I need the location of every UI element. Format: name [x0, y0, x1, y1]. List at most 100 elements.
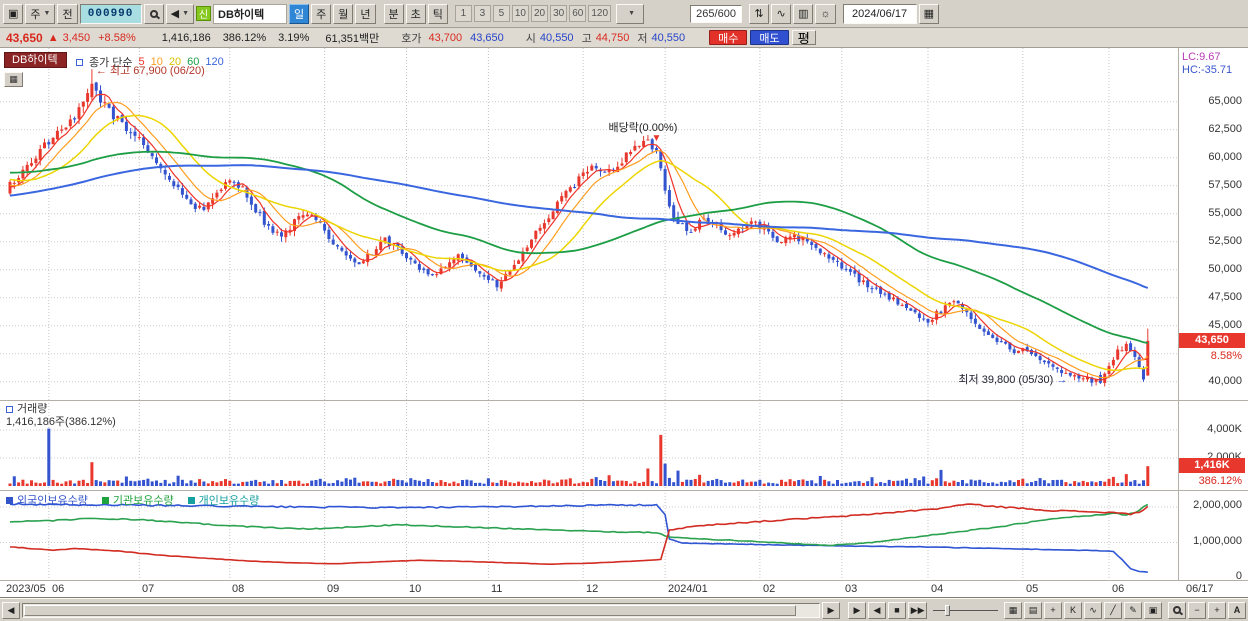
chevron-down-icon: ▼	[628, 10, 636, 17]
minute-10-button[interactable]: 10	[511, 5, 529, 22]
minute-30-button[interactable]: 30	[550, 5, 568, 22]
chart-window: ▣ 주 ▼ 전 000990 ◀ ▼ 신 DB하이텍 일 주 월 년 분 초 틱 1…	[0, 0, 1248, 621]
avg-button[interactable]: 평	[791, 30, 816, 46]
grid-tool-icon[interactable]: ▦	[1003, 601, 1022, 619]
ma10-label: 10	[150, 56, 163, 68]
wave-tool-icon[interactable]: ∿	[1083, 601, 1102, 619]
low-label: 저	[637, 32, 648, 45]
time-axis-label: 05	[1026, 583, 1039, 595]
settings-icon[interactable]: ☼	[815, 3, 836, 24]
pane-separator[interactable]	[0, 400, 1248, 401]
trendline-tool-icon[interactable]: ╱	[1103, 601, 1122, 619]
sell-button[interactable]: 매도	[750, 30, 789, 45]
scrollbar-thumb[interactable]	[24, 604, 797, 616]
hoga-label: 호가	[401, 32, 422, 45]
search-icon[interactable]	[143, 3, 164, 24]
bar-width-slider[interactable]	[933, 602, 998, 619]
jeon-button[interactable]: 전	[57, 3, 78, 24]
price-axis-label: 55,000	[1208, 206, 1242, 219]
jeon-label: 전	[62, 8, 73, 21]
draw-tool-icon[interactable]: ✎	[1123, 601, 1142, 619]
scroll-right-icon[interactable]: ▶	[821, 601, 840, 619]
volume-ratio-pct: 386.12%	[1198, 475, 1242, 488]
indicator-tool-icon[interactable]: ▤	[1023, 601, 1042, 619]
minute-120-button[interactable]: 120	[588, 5, 612, 22]
price-change: 3,450	[62, 31, 91, 44]
interval-combo[interactable]: ▼	[616, 3, 645, 24]
chart-menu-icon[interactable]: ▦	[4, 72, 23, 87]
updown-icon[interactable]: ⇅	[749, 3, 770, 24]
tab-daily[interactable]: 일	[289, 3, 310, 24]
slider-thumb[interactable]	[945, 604, 951, 616]
candle-count: 265/600	[690, 4, 743, 23]
time-axis-label: 04	[931, 583, 944, 595]
k-chart-tool-icon[interactable]: K	[1063, 601, 1082, 619]
stop-icon[interactable]: ■	[887, 601, 906, 619]
current-price-badge: 43,650	[1179, 332, 1245, 348]
quote-summary-row: 43,650 ▲ 3,450 +8.58% 1,416,186 386.12% …	[0, 28, 1248, 48]
time-axis: 06/17 2023/05 06 07 08 09 10 11 12 2024/01 02 03 04…	[0, 580, 1248, 598]
step-back-icon[interactable]: ◀	[867, 601, 886, 619]
crosshair-tool-icon[interactable]: +	[1043, 601, 1062, 619]
chart-line-icon[interactable]: ∿	[771, 3, 792, 24]
save-icon[interactable]: ▥	[793, 3, 814, 24]
high-label: 고	[581, 32, 592, 45]
time-axis-label: 07	[142, 583, 155, 595]
tab-tick[interactable]: 틱	[427, 3, 448, 24]
scroll-left-icon[interactable]: ◀	[2, 601, 20, 619]
change-percent: +8.58%	[98, 31, 136, 44]
tab-monthly[interactable]: 월	[333, 3, 354, 24]
tab-second[interactable]: 초	[405, 3, 426, 24]
volume-ratio: 386.12%	[222, 31, 267, 44]
minute-60-button[interactable]: 60	[569, 5, 587, 22]
individual-swatch	[187, 496, 195, 504]
ma-legend: 종가 단순 5 10 20 60 120	[76, 54, 224, 70]
font-size-icon[interactable]: A	[1227, 601, 1246, 619]
calendar-icon[interactable]: ▦	[918, 3, 939, 24]
tab-weekly[interactable]: 주	[311, 3, 332, 24]
window-icon[interactable]: ▣	[3, 3, 24, 24]
current-volume-badge: 1,416K	[1179, 458, 1245, 474]
wave-glyph: ∿	[776, 8, 786, 20]
open-label: 시	[525, 32, 536, 45]
play-icon[interactable]: ▶	[847, 601, 866, 619]
minute-1-button[interactable]: 1	[454, 5, 472, 22]
top-toolbar: ▣ 주 ▼ 전 000990 ◀ ▼ 신 DB하이텍 일 주 월 년 분 초 틱 1…	[0, 0, 1248, 28]
price-axis-label: 65,000	[1208, 94, 1242, 107]
period-combo[interactable]: 주 ▼	[25, 3, 56, 24]
zoom-in-icon[interactable]: +	[1207, 601, 1226, 619]
holdings-legend: 외국인보유수량 기관보유수량 개인보유수량	[6, 492, 259, 508]
volume-axis-label: 4,000K	[1207, 423, 1242, 435]
current-change-pct: 8.58%	[1210, 349, 1242, 362]
ma5-label: 5	[138, 56, 145, 68]
save-glyph: ▥	[798, 8, 809, 20]
zoom-out-icon[interactable]: −	[1187, 601, 1206, 619]
chart-scrollbar[interactable]	[22, 602, 820, 618]
stock-name: DB하이텍	[213, 3, 287, 24]
minute-3-button[interactable]: 3	[473, 5, 491, 22]
stock-tab[interactable]: DB하이텍	[4, 52, 67, 68]
prev-stock-combo[interactable]: ◀ ▼	[165, 3, 194, 24]
stock-code-input[interactable]: 000990	[79, 3, 142, 24]
time-axis-label: 06	[1112, 583, 1125, 595]
period-combo-value: 주	[30, 8, 41, 21]
buy-button[interactable]: 매수	[709, 30, 748, 45]
pane-separator[interactable]	[0, 490, 1248, 491]
minute-5-button[interactable]: 5	[492, 5, 510, 22]
fast-forward-icon[interactable]: ▶▶	[907, 601, 928, 619]
magnifier-icon[interactable]	[1167, 601, 1186, 619]
bid-price: 43,650	[470, 31, 504, 44]
time-axis-label: 12	[586, 583, 599, 595]
minute-20-button[interactable]: 20	[531, 5, 549, 22]
volume-chart-canvas[interactable]	[0, 400, 1178, 490]
volume-detail: 1,416,186주(386.12%)	[6, 416, 116, 428]
panel-tool-icon[interactable]: ▣	[1143, 601, 1162, 619]
time-axis-label: 2023/05	[6, 583, 46, 595]
price-chart-canvas[interactable]	[0, 48, 1178, 400]
time-axis-label: 09	[327, 583, 340, 595]
tab-yearly[interactable]: 년	[355, 3, 376, 24]
price-axis-label: 45,000	[1208, 318, 1242, 331]
date-field[interactable]: 2024/06/17	[842, 3, 917, 24]
tab-minute[interactable]: 분	[383, 3, 404, 24]
low-annotation: 최저 39,800 (05/30) →	[958, 371, 1067, 387]
